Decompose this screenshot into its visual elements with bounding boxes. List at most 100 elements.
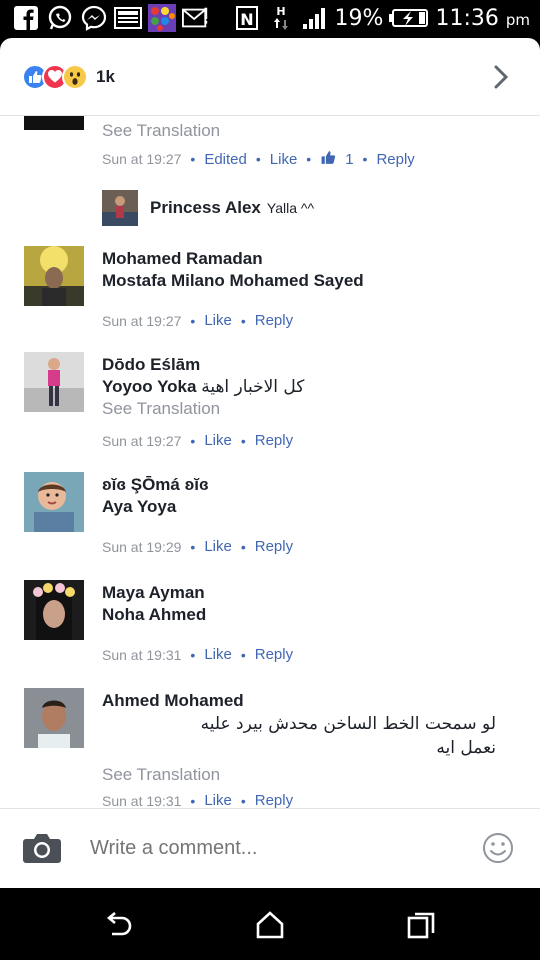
comment-time: Sun at 19:27 — [102, 151, 182, 167]
separator-dot: • — [190, 432, 196, 449]
like-button[interactable]: Like — [204, 312, 232, 329]
comment-meta: Sun at 19:27 • Like • Reply — [102, 432, 293, 449]
reply-button[interactable]: Reply — [255, 432, 293, 449]
like-button[interactable]: Like — [270, 151, 298, 168]
like-button[interactable]: Like — [204, 792, 232, 808]
comment-time: Sun at 19:27 — [102, 432, 182, 449]
tagged-user[interactable]: Aya Yoya — [102, 496, 510, 518]
smiley-icon[interactable] — [482, 832, 514, 864]
comment-time: Sun at 19:27 — [102, 312, 182, 329]
reply-button[interactable]: Reply — [255, 538, 293, 555]
like-button[interactable]: Like — [204, 646, 232, 663]
comment-author-name[interactable]: Ahmed Mohamed — [102, 690, 510, 712]
like-button[interactable]: Like — [204, 432, 232, 449]
avatar[interactable] — [24, 116, 84, 130]
reply-button[interactable]: Reply — [376, 151, 414, 168]
separator-dot: • — [240, 792, 246, 809]
comment-body: Dōdo Eślām Yoyoo Yoka كل الاخبار اهية Se… — [102, 354, 510, 420]
separator-dot: • — [190, 792, 196, 809]
separator-dot: • — [306, 151, 312, 167]
reply-button[interactable]: Reply — [255, 312, 293, 329]
reply-preview[interactable]: Princess Alex Yalla ^^ — [102, 190, 314, 226]
chevron-right-icon[interactable] — [488, 64, 514, 90]
reply-button[interactable]: Reply — [255, 792, 293, 808]
game-icon — [148, 4, 176, 32]
tagged-user[interactable]: Noha Ahmed — [102, 604, 510, 626]
comment-item: Mohamed Ramadan Mostafa Milano Mohamed S… — [0, 246, 540, 346]
messenger-icon — [80, 4, 108, 32]
tagged-user[interactable]: Mostafa Milano Mohamed Sayed — [102, 270, 510, 292]
comment-time: Sun at 19:29 — [102, 538, 182, 555]
reaction-count: 1k — [96, 66, 115, 86]
reply-button[interactable]: Reply — [255, 646, 293, 663]
edited-link[interactable]: Edited — [204, 151, 247, 168]
back-icon[interactable] — [104, 910, 134, 940]
tagged-user[interactable]: Yoyoo Yoka — [102, 377, 196, 396]
separator-dot: • — [362, 151, 368, 167]
camera-icon[interactable] — [22, 831, 62, 865]
wow-reaction-icon — [62, 63, 88, 90]
comment-meta: Sun at 19:27 • Like • Reply — [102, 312, 293, 329]
comment-item: Ahmed Mohamed لو سمحت الخط الساخن محدش ب… — [0, 688, 540, 808]
comment-body: See Translation — [102, 120, 510, 142]
separator-dot: • — [240, 312, 246, 329]
see-translation-link[interactable]: See Translation — [102, 764, 510, 786]
comment-text-line-2: نعمل ايه — [436, 738, 496, 758]
see-translation-link[interactable]: See Translation — [102, 120, 510, 142]
news-icon — [114, 4, 142, 32]
like-button[interactable]: Like — [204, 538, 232, 555]
avatar[interactable] — [24, 580, 84, 640]
reply-author-name[interactable]: Princess Alex — [150, 197, 261, 219]
comments-sheet: 1k See Translation Sun at 19:27 • Edited… — [0, 38, 540, 888]
separator-dot: • — [240, 646, 246, 663]
clock-ampm: pm — [505, 10, 530, 29]
comment-time: Sun at 19:31 — [102, 792, 182, 809]
comment-author-name[interactable]: Dōdo Eślām — [102, 354, 510, 376]
comment-item: Dōdo Eślām Yoyoo Yoka كل الاخبار اهية Se… — [0, 352, 540, 462]
avatar[interactable] — [24, 472, 84, 532]
clock: 11:36 pm — [435, 6, 530, 31]
comment-author-name[interactable]: ʚĭɞ ŞŌmá ʚĭɞ — [102, 474, 510, 496]
home-icon[interactable] — [255, 910, 285, 940]
reactions-header[interactable]: 1k — [0, 38, 540, 116]
avatar[interactable] — [102, 190, 138, 226]
svg-text:N: N — [240, 10, 253, 29]
like-count: 1 — [345, 150, 354, 168]
comments-list: See Translation Sun at 19:27 • Edited • … — [0, 116, 540, 808]
recent-apps-icon[interactable] — [406, 910, 436, 940]
avatar[interactable] — [24, 352, 84, 412]
separator-dot: • — [190, 312, 196, 329]
separator-dot: • — [240, 432, 246, 449]
separator-dot: • — [190, 538, 196, 555]
separator-dot: • — [190, 646, 196, 663]
facebook-icon — [12, 4, 40, 32]
comment-body: Mohamed Ramadan Mostafa Milano Mohamed S… — [102, 248, 510, 292]
clock-time: 11:36 — [435, 5, 499, 31]
separator-dot: • — [240, 538, 246, 555]
notification-icons — [12, 4, 210, 32]
comment-author-name[interactable]: Maya Ayman — [102, 582, 510, 604]
comment-body: Maya Ayman Noha Ahmed — [102, 582, 510, 626]
signal-icon — [301, 4, 329, 32]
thumbs-up-icon — [320, 150, 336, 168]
battery-icon — [389, 4, 429, 32]
see-translation-link[interactable]: See Translation — [102, 398, 510, 420]
battery-percent: 19% — [334, 5, 384, 31]
comment-meta: Sun at 19:27 • Edited • Like • 1 • Reply — [102, 150, 415, 168]
comment-item: Maya Ayman Noha Ahmed Sun at 19:31 • Lik… — [0, 580, 540, 680]
nfc-icon: N — [233, 4, 261, 32]
comment-author-name[interactable]: Mohamed Ramadan — [102, 248, 510, 270]
comment-meta: Sun at 19:29 • Like • Reply — [102, 538, 293, 555]
separator-dot: • — [255, 151, 261, 167]
comment-time: Sun at 19:31 — [102, 646, 182, 663]
avatar[interactable] — [24, 688, 84, 748]
avatar[interactable] — [24, 246, 84, 306]
comment-input[interactable] — [90, 833, 450, 863]
reaction-icons[interactable] — [22, 63, 88, 90]
comment-item: See Translation Sun at 19:27 • Edited • … — [0, 116, 540, 180]
svg-text:H: H — [276, 5, 285, 18]
whatsapp-icon — [46, 4, 74, 32]
system-indicators: N H 19% 11:36 pm — [233, 4, 530, 32]
comment-meta: Sun at 19:31 • Like • Reply — [102, 792, 293, 808]
reply-text: Yalla ^^ — [266, 200, 315, 216]
